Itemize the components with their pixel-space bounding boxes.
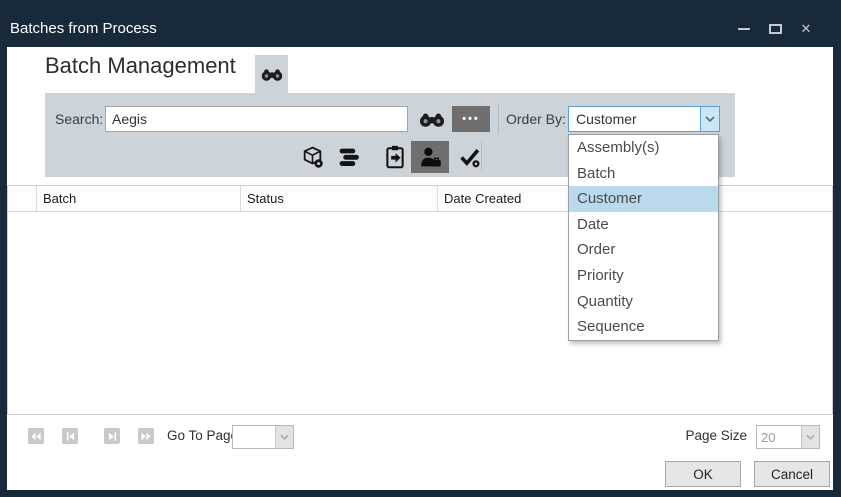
batches-from-process-dialog: Batches from Process ✕ Batch Management: [0, 0, 841, 497]
order-by-option[interactable]: Priority: [569, 263, 718, 289]
order-by-option[interactable]: Batch: [569, 161, 718, 187]
column-header-batch[interactable]: Batch: [37, 186, 241, 211]
previous-page-button[interactable]: [62, 428, 78, 444]
go-to-page-dropdown-button[interactable]: [275, 426, 293, 448]
dialog-content: Batch Management Search:: [7, 47, 833, 490]
go-to-page-combo[interactable]: [232, 425, 294, 449]
column-header-selector[interactable]: [8, 186, 37, 211]
next-page-icon: [108, 432, 117, 441]
close-icon: ✕: [801, 22, 812, 35]
search-button[interactable]: [417, 106, 447, 132]
pagination-bar: Go To Page Page Size: [7, 421, 833, 451]
toolbar-divider: [481, 142, 482, 170]
search-label: Search:: [55, 106, 103, 132]
binoculars-icon: [419, 112, 445, 127]
package-gear-icon: [301, 146, 324, 169]
maximize-button[interactable]: [764, 19, 786, 39]
window-title: Batches from Process: [10, 20, 733, 37]
order-by-dropdown-list: Assembly(s)BatchCustomerDateOrderPriorit…: [568, 134, 719, 341]
order-by-option[interactable]: Order: [569, 237, 718, 263]
search-input[interactable]: [105, 106, 408, 132]
close-button[interactable]: ✕: [795, 19, 817, 39]
first-page-button[interactable]: [28, 428, 44, 444]
ok-button[interactable]: OK: [665, 461, 741, 487]
page-title: Batch Management: [45, 53, 236, 79]
minimize-icon: [738, 28, 750, 30]
titlebar: Batches from Process ✕: [0, 0, 841, 47]
order-by-dropdown-button[interactable]: [700, 107, 719, 131]
order-by-option[interactable]: Sequence: [569, 314, 718, 340]
database-icon: [338, 146, 360, 169]
maximize-icon: [769, 24, 782, 34]
window-controls: ✕: [733, 19, 831, 39]
previous-page-icon: [66, 432, 75, 441]
check-gear-icon: [459, 147, 482, 168]
go-to-page-input[interactable]: [233, 426, 275, 448]
order-by-option[interactable]: Quantity: [569, 289, 718, 315]
column-header-status[interactable]: Status: [241, 186, 438, 211]
database-button[interactable]: [332, 142, 366, 172]
clipboard-arrow-icon: [385, 145, 405, 169]
tab-search[interactable]: [255, 55, 288, 93]
order-by-option[interactable]: Customer: [569, 186, 718, 212]
page-size-label: Page Size: [685, 428, 747, 443]
minimize-button[interactable]: [733, 19, 755, 39]
chevron-down-icon: [705, 116, 715, 122]
page-size-input[interactable]: [757, 426, 801, 448]
person-filter-button-selected[interactable]: [411, 141, 449, 173]
order-by-label: Order By:: [506, 106, 566, 132]
first-page-icon: [31, 432, 41, 441]
page-size-combo[interactable]: [756, 425, 820, 449]
toolbar-divider: [498, 104, 499, 134]
clipboard-transfer-button[interactable]: [378, 142, 412, 172]
binoculars-icon: [261, 68, 283, 81]
order-by-select[interactable]: Customer: [568, 106, 720, 132]
next-page-button[interactable]: [104, 428, 120, 444]
person-lock-icon: [419, 146, 442, 169]
order-by-value: Customer: [569, 107, 700, 131]
last-page-button[interactable]: [138, 428, 154, 444]
order-by-option[interactable]: Date: [569, 212, 718, 238]
chevron-down-icon: [280, 434, 289, 440]
page-size-dropdown-button[interactable]: [801, 426, 819, 448]
go-to-page-label: Go To Page: [167, 428, 238, 443]
order-by-option[interactable]: Assembly(s): [569, 135, 718, 161]
more-options-button[interactable]: •••: [452, 106, 490, 132]
package-settings-button[interactable]: [295, 142, 329, 172]
chevron-down-icon: [806, 434, 815, 440]
ellipsis-icon: •••: [462, 114, 480, 125]
last-page-icon: [141, 432, 151, 441]
cancel-button[interactable]: Cancel: [754, 461, 830, 487]
